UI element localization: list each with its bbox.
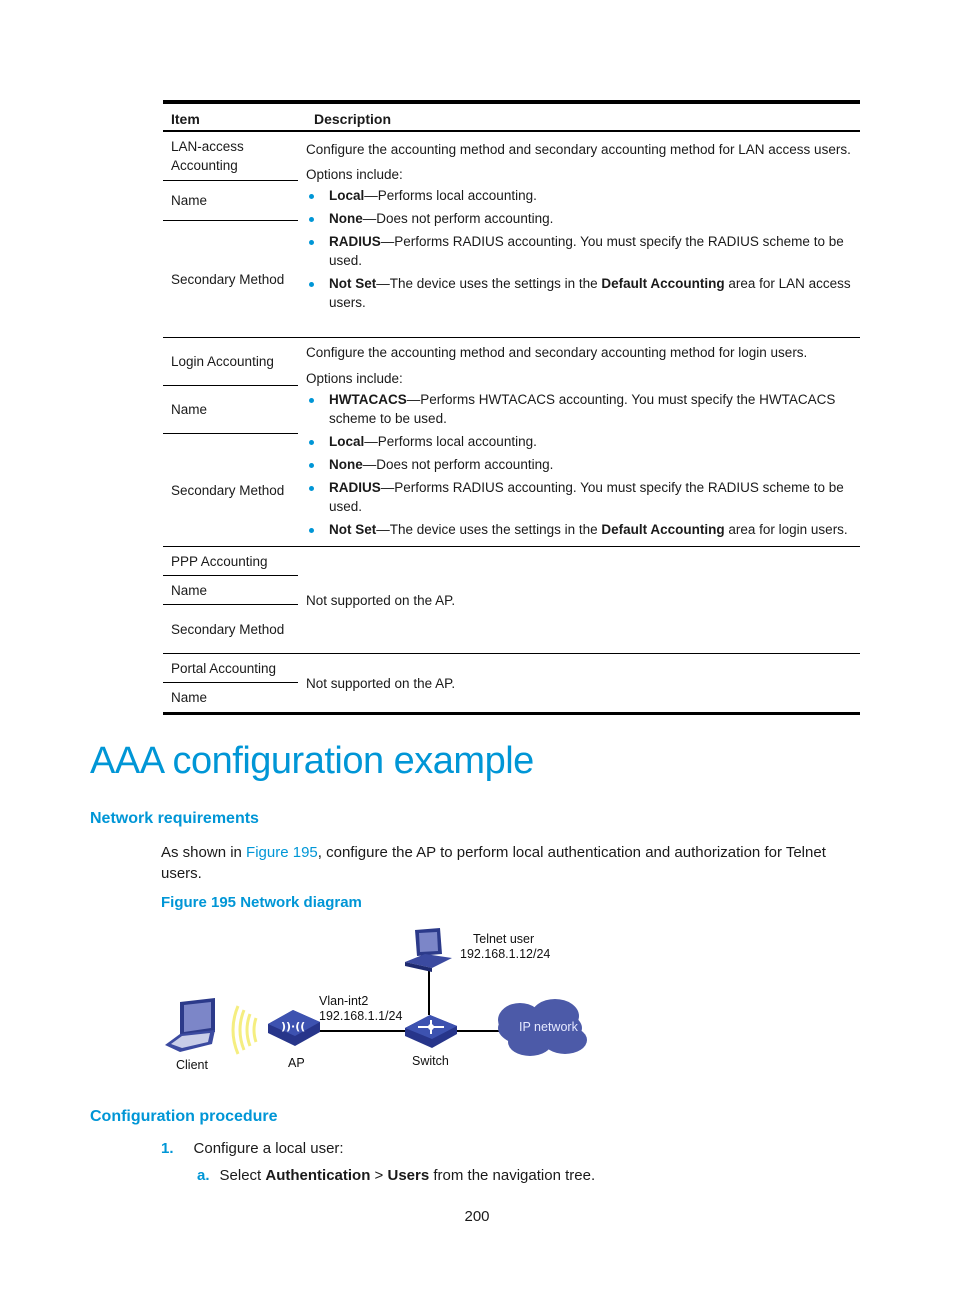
table-header: Item Description	[163, 104, 860, 132]
option-item: RADIUS—Performs RADIUS accounting. You m…	[306, 232, 854, 270]
options-list: HWTACACS—Performs HWTACACS accounting. Y…	[306, 390, 854, 539]
step-1: 1. Configure a local user:	[161, 1140, 344, 1157]
page-number: 200	[464, 1208, 490, 1225]
options-list: Local—Performs local accounting. None—Do…	[306, 186, 854, 312]
figure-caption: Figure 195 Network diagram	[161, 894, 362, 911]
option-item: Not Set—The device uses the settings in …	[306, 274, 854, 312]
item-secondary-method: Secondary Method	[171, 482, 285, 498]
access-point-icon: ))·((	[268, 1010, 320, 1046]
option-item: None—Does not perform accounting.	[306, 455, 854, 474]
option-item: None—Does not perform accounting.	[306, 209, 854, 228]
telnet-ip-label: 192.168.1.12/24	[460, 947, 551, 961]
item-secondary-method: Secondary Method	[171, 271, 285, 287]
header-description: Description	[314, 111, 392, 127]
option-item: RADIUS—Performs RADIUS accounting. You m…	[306, 478, 854, 516]
client-label: Client	[176, 1058, 208, 1072]
network-requirements-text: As shown in Figure 195, configure the AP…	[161, 844, 826, 882]
substep-a: a. Select Authentication > Users from the…	[197, 1167, 596, 1184]
portal-description: Not supported on the AP.	[306, 675, 456, 691]
item-name: Name	[163, 386, 298, 434]
svg-text:))·((: ))·((	[281, 1020, 305, 1033]
figure-link[interactable]: Figure 195	[246, 844, 318, 861]
item-name: Name	[163, 576, 298, 605]
network-diagram: ))·(( Client AP Switch Telnet user 192.1…	[160, 920, 620, 1085]
table-row-lan-access: LAN-access Accounting Name Secondary Met…	[163, 132, 860, 338]
switch-label: Switch	[412, 1054, 449, 1068]
item-ppp-accounting: PPP Accounting	[163, 547, 298, 576]
item-secondary-method: Secondary Method	[171, 621, 285, 637]
item-lan-access-accounting: LAN-access Accounting	[163, 132, 298, 181]
item-name: Name	[163, 181, 298, 221]
item-name: Name	[171, 690, 208, 705]
telnet-user-label: Telnet user	[473, 932, 535, 946]
ppp-description: Not supported on the AP.	[306, 592, 456, 608]
vlan-label: Vlan-int2	[319, 994, 369, 1008]
configuration-procedure-heading: Configuration procedure	[90, 1108, 278, 1125]
ip-network-label: IP network	[519, 1020, 578, 1034]
login-intro: Configure the accounting method and seco…	[306, 345, 808, 360]
item-portal-accounting: Portal Accounting	[163, 654, 298, 683]
lan-access-intro: Configure the accounting method and seco…	[306, 142, 851, 157]
switch-icon	[405, 1015, 457, 1048]
options-label: Options include:	[306, 371, 403, 386]
header-item: Item	[171, 111, 200, 127]
table-row-login: Login Accounting Name Secondary Method C…	[163, 338, 860, 547]
table-row-portal: Portal Accounting Name Not supported on …	[163, 654, 860, 712]
wireless-signal-icon	[231, 1005, 258, 1055]
desktop-computer-icon	[405, 928, 452, 972]
network-requirements-heading: Network requirements	[90, 810, 259, 827]
options-label: Options include:	[306, 167, 403, 182]
vlan-ip-label: 192.168.1.1/24	[319, 1009, 403, 1023]
option-item: Local—Performs local accounting.	[306, 186, 854, 205]
option-item: Not Set—The device uses the settings in …	[306, 520, 854, 539]
item-login-accounting: Login Accounting	[163, 338, 298, 386]
option-item: HWTACACS—Performs HWTACACS accounting. Y…	[306, 390, 854, 428]
ap-label: AP	[288, 1056, 305, 1070]
section-title: AAA configuration example	[90, 740, 534, 782]
accounting-settings-table: Item Description LAN-access Accounting N…	[163, 100, 860, 715]
option-item: Local—Performs local accounting.	[306, 432, 854, 451]
table-row-ppp: PPP Accounting Name Secondary Method Not…	[163, 547, 860, 654]
laptop-icon	[165, 998, 215, 1052]
